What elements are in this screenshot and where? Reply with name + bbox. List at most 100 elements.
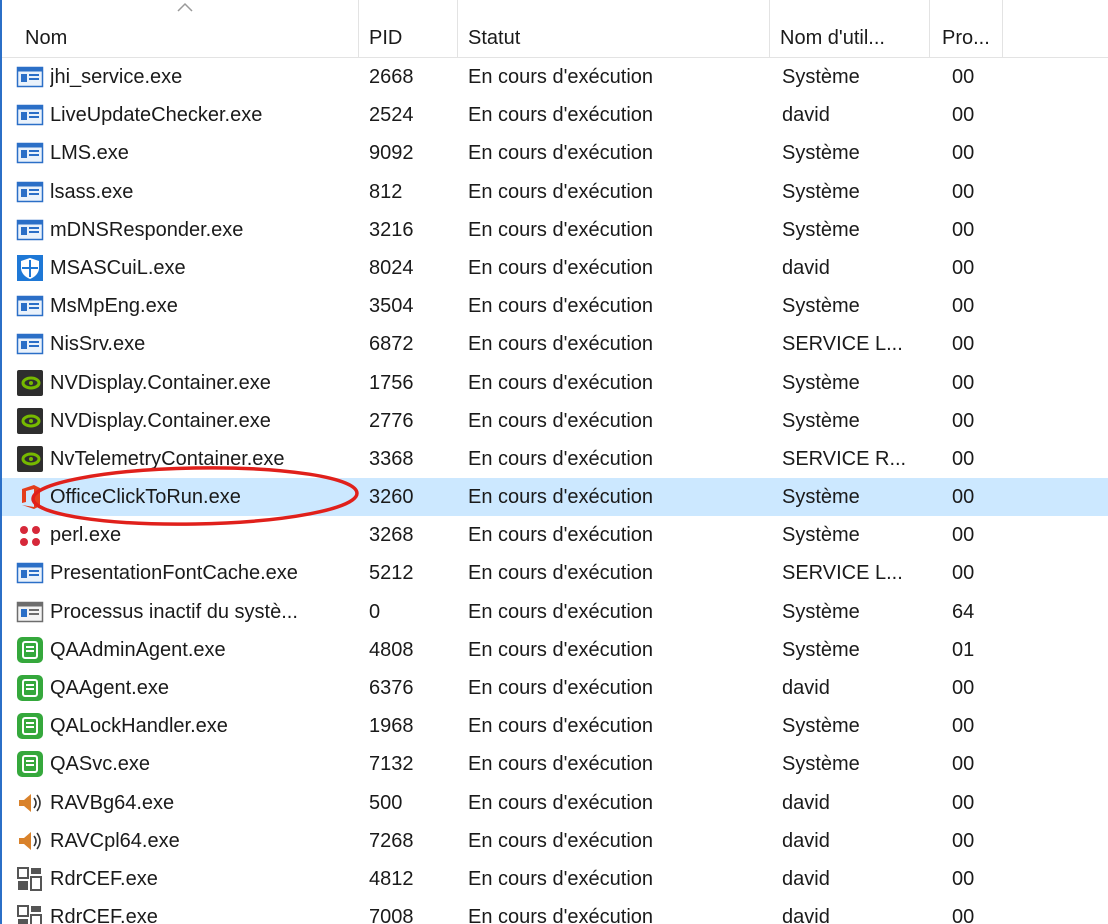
- table-row[interactable]: RAVCpl64.exe 7268 En cours d'exécution davi…: [2, 822, 1108, 860]
- process-status: En cours d'exécution: [468, 295, 654, 318]
- process-user: Système: [782, 486, 860, 509]
- process-user: SERVICE L...: [782, 333, 903, 356]
- process-cpu: 64: [952, 600, 975, 623]
- process-status: En cours d'exécution: [468, 333, 654, 356]
- process-status: En cours d'exécution: [468, 562, 654, 585]
- process-cpu: 00: [952, 867, 975, 890]
- table-row[interactable]: NisSrv.exe 6872 En cours d'exécution SERVIC…: [2, 325, 1108, 363]
- nvidia-icon: [16, 407, 44, 435]
- process-pid: 5212: [369, 562, 414, 585]
- process-status: En cours d'exécution: [468, 829, 654, 852]
- table-row[interactable]: QAAdminAgent.exe 4808 En cours d'exécution…: [2, 631, 1108, 669]
- service-window-icon: [16, 216, 44, 244]
- table-row[interactable]: PresentationFontCache.exe 5212 En cours d'…: [2, 554, 1108, 592]
- process-status: En cours d'exécution: [468, 218, 654, 241]
- table-row[interactable]: QAAgent.exe 6376 En cours d'exécution david…: [2, 669, 1108, 707]
- table-row[interactable]: lsass.exe 812 En cours d'exécution Système 0…: [2, 173, 1108, 211]
- process-pid: 812: [369, 180, 403, 203]
- qa-green-icon: [16, 750, 44, 778]
- process-status: En cours d'exécution: [468, 677, 654, 699]
- process-pid: 9092: [369, 142, 414, 165]
- process-status: En cours d'exécution: [468, 600, 654, 623]
- process-pid: 7008: [369, 906, 414, 924]
- process-user: SERVICE L...: [782, 562, 903, 585]
- table-row[interactable]: RAVBg64.exe 500 En cours d'exécution david 0…: [2, 784, 1108, 822]
- table-row[interactable]: jhi_service.exe 2668 En cours d'exécution S…: [2, 58, 1108, 96]
- process-user: Système: [782, 371, 860, 394]
- column-header-cpu[interactable]: Pro...: [930, 0, 1003, 57]
- table-row[interactable]: RdrCEF.exe 7008 En cours d'exécution david 0…: [2, 898, 1108, 924]
- table-row[interactable]: MSASCuiL.exe 8024 En cours d'exécution davi…: [2, 249, 1108, 287]
- process-name: RAVCpl64.exe: [50, 829, 180, 852]
- process-name: RAVBg64.exe: [50, 791, 175, 814]
- column-header-name[interactable]: Nom: [2, 0, 359, 57]
- table-row[interactable]: mDNSResponder.exe 3216 En cours d'exécutio…: [2, 211, 1108, 249]
- table-row[interactable]: QALockHandler.exe 1968 En cours d'exécutio…: [2, 707, 1108, 745]
- process-name: LiveUpdateChecker.exe: [50, 104, 263, 127]
- column-header-user-label: Nom d'util...: [780, 27, 885, 49]
- process-user: david: [782, 829, 830, 852]
- process-user: david: [782, 256, 830, 279]
- process-user: david: [782, 677, 830, 699]
- table-row[interactable]: Processus inactif du systè... 0 En cours d…: [2, 593, 1108, 631]
- table-row[interactable]: LiveUpdateChecker.exe 2524 En cours d'exéc…: [2, 96, 1108, 134]
- service-window-icon: [16, 101, 44, 129]
- process-name: QALockHandler.exe: [50, 715, 228, 738]
- process-name: MSASCuiL.exe: [50, 256, 186, 279]
- process-name: OfficeClickToRun.exe: [50, 486, 241, 509]
- process-status: En cours d'exécution: [468, 256, 654, 279]
- speaker-icon: [16, 827, 44, 855]
- process-pid: 500: [369, 791, 403, 814]
- process-cpu: 01: [952, 638, 975, 661]
- table-row[interactable]: QASvc.exe 7132 En cours d'exécution Système…: [2, 745, 1108, 783]
- process-cpu: 00: [952, 562, 975, 585]
- process-status: En cours d'exécution: [468, 409, 654, 432]
- process-rows: jhi_service.exe 2668 En cours d'exécution S…: [2, 58, 1108, 924]
- process-status: En cours d'exécution: [468, 791, 654, 814]
- process-status: En cours d'exécution: [468, 867, 654, 890]
- column-header-pid[interactable]: PID: [359, 0, 458, 57]
- process-cpu: 00: [952, 524, 975, 547]
- process-pid: 3368: [369, 447, 414, 470]
- sort-up-icon: [177, 2, 193, 12]
- service-window-icon: [16, 559, 44, 587]
- table-row[interactable]: perl.exe 3268 En cours d'exécution Système 0…: [2, 516, 1108, 554]
- process-pid: 2668: [369, 66, 414, 88]
- table-row[interactable]: MsMpEng.exe 3504 En cours d'exécution Systè…: [2, 287, 1108, 325]
- process-user: david: [782, 791, 830, 814]
- process-name: NisSrv.exe: [50, 333, 146, 356]
- grid-app-icon: [16, 865, 44, 893]
- process-cpu: 00: [952, 371, 975, 394]
- qa-green-icon: [16, 674, 44, 702]
- process-cpu: 00: [952, 486, 975, 509]
- process-user: Système: [782, 180, 860, 203]
- process-name: MsMpEng.exe: [50, 295, 178, 318]
- column-header-name-label: Nom: [25, 27, 68, 49]
- table-row[interactable]: NvTelemetryContainer.exe 3368 En cours d'e…: [2, 440, 1108, 478]
- process-pid: 3260: [369, 486, 414, 509]
- process-name: lsass.exe: [50, 180, 134, 203]
- process-status: En cours d'exécution: [468, 906, 654, 924]
- process-user: Système: [782, 142, 860, 165]
- process-user: Système: [782, 715, 860, 738]
- table-row[interactable]: OfficeClickToRun.exe 3260 En cours d'exécu…: [2, 478, 1108, 517]
- table-row[interactable]: LMS.exe 9092 En cours d'exécution Système 00: [2, 134, 1108, 172]
- table-row[interactable]: NVDisplay.Container.exe 1756 En cours d'ex…: [2, 364, 1108, 402]
- process-cpu: 00: [952, 753, 975, 776]
- process-pid: 4808: [369, 638, 414, 661]
- column-header-user[interactable]: Nom d'util...: [770, 0, 930, 57]
- grid-app-icon: [16, 903, 44, 924]
- table-row[interactable]: RdrCEF.exe 4812 En cours d'exécution david 0…: [2, 860, 1108, 898]
- process-user: Système: [782, 66, 860, 88]
- table-row[interactable]: NVDisplay.Container.exe 2776 En cours d'ex…: [2, 402, 1108, 440]
- process-cpu: 00: [952, 333, 975, 356]
- service-window-icon: [16, 178, 44, 206]
- process-user: Système: [782, 753, 860, 776]
- process-cpu: 00: [952, 677, 975, 699]
- process-cpu: 00: [952, 218, 975, 241]
- process-cpu: 00: [952, 409, 975, 432]
- process-status: En cours d'exécution: [468, 66, 654, 88]
- process-user: Système: [782, 295, 860, 318]
- column-header-status[interactable]: Statut: [458, 0, 770, 57]
- defender-shield-icon: [16, 254, 44, 282]
